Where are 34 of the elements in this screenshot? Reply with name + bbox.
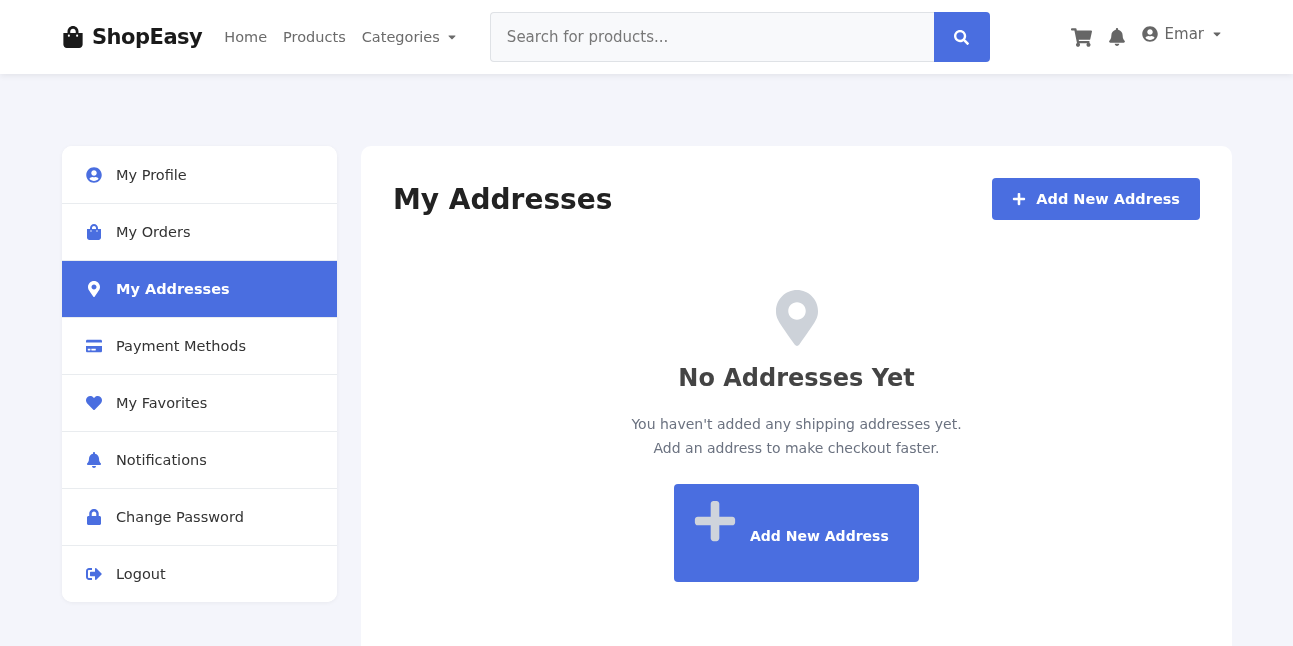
- empty-state-text: You haven't added any shipping addresses yet.: [631, 415, 962, 434]
- search-icon: [954, 29, 970, 45]
- sidebar-item[interactable]: My Addresses: [62, 260, 337, 317]
- search-button[interactable]: [933, 12, 990, 62]
- bell-icon[interactable]: [1107, 28, 1126, 46]
- logout-icon: [86, 566, 102, 582]
- map-pin-icon: [86, 281, 102, 297]
- empty-state-title: No Addresses Yet: [678, 364, 915, 392]
- cart-icon[interactable]: [1070, 26, 1092, 48]
- shopping-bag-icon: [62, 26, 84, 48]
- page-title: My Addresses: [393, 182, 613, 216]
- credit-card-icon: [86, 338, 102, 354]
- user-menu[interactable]: Emar: [1141, 25, 1223, 43]
- lock-icon: [86, 509, 102, 525]
- nav-link[interactable]: Products: [283, 29, 346, 45]
- add-address-button[interactable]: Add New Address: [674, 484, 919, 582]
- search-field[interactable]: Search for products...: [489, 12, 934, 62]
- sidebar-item[interactable]: Logout: [62, 545, 337, 602]
- nav-link[interactable]: Home: [224, 29, 268, 45]
- sidebar-item[interactable]: Payment Methods: [62, 317, 337, 374]
- heart-icon: [86, 395, 102, 411]
- add-address-button[interactable]: Add New Address: [992, 178, 1200, 220]
- plus-icon: [692, 498, 738, 544]
- sidebar-item[interactable]: Change Password: [62, 488, 337, 545]
- nav-link[interactable]: Categories: [361, 29, 458, 45]
- sidebar-item[interactable]: My Profile: [62, 146, 337, 203]
- brand-logo[interactable]: ShopEasy: [92, 25, 203, 49]
- empty-state-text: Add an address to make checkout faster.: [653, 439, 940, 458]
- plus-icon: [1012, 192, 1027, 206]
- sidebar-item[interactable]: My Favorites: [62, 374, 337, 431]
- sidebar-item[interactable]: My Orders: [62, 203, 337, 260]
- bell-icon: [86, 452, 102, 468]
- bag-icon: [86, 224, 102, 240]
- sidebar-item[interactable]: Notifications: [62, 431, 337, 488]
